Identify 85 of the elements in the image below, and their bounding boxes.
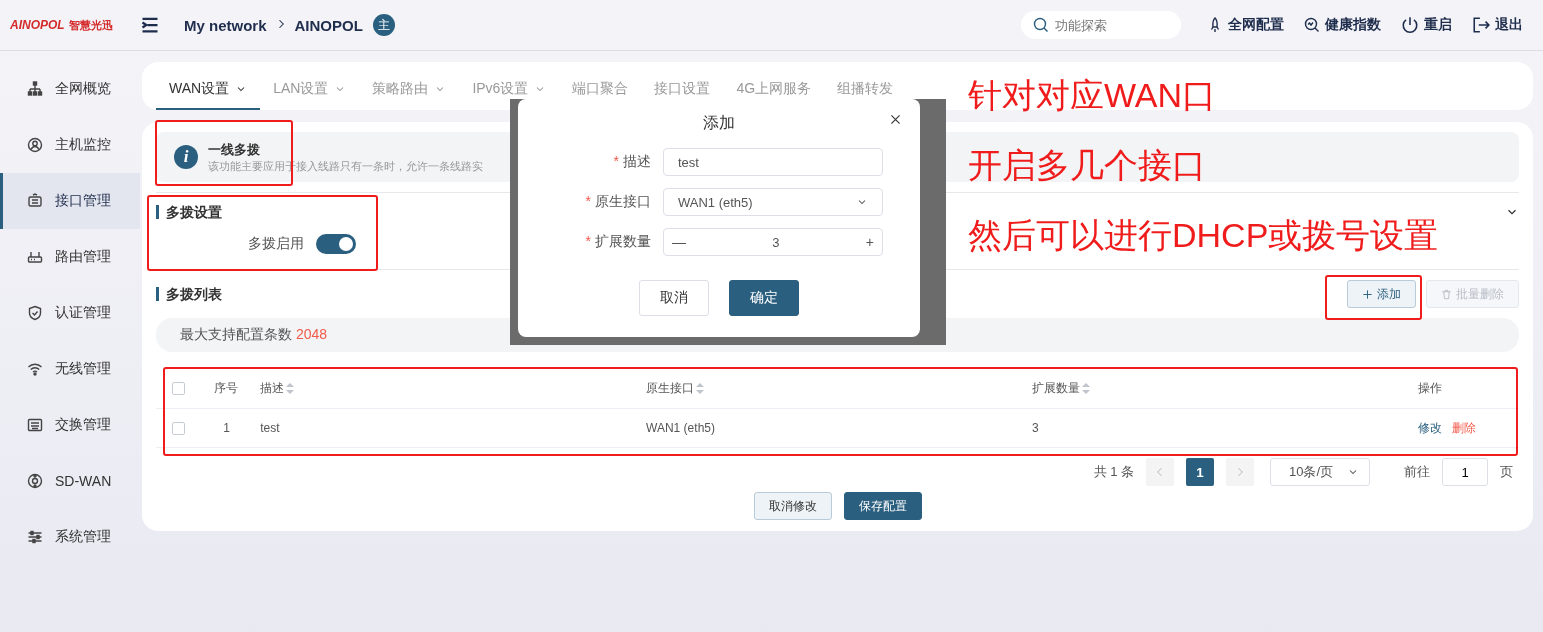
increment-button[interactable]: + [865,234,874,250]
sidebar-item[interactable]: 系统管理 [0,509,140,565]
table-cell: 3 [1031,421,1039,435]
table-cell: test [260,421,280,435]
prev-page-button[interactable] [1146,458,1174,486]
trash-icon [1441,288,1452,300]
menu-icon [140,15,160,35]
interface-select[interactable]: WAN1 (eth5) [663,188,883,216]
page-size-select[interactable]: 10条/页 [1270,458,1370,486]
table-cell: WAN1 (eth5) [646,421,715,435]
sidebar-item[interactable]: SD-WAN [0,453,140,509]
sort-icon[interactable] [696,382,705,394]
health-search-icon [1304,17,1320,33]
header-action-button[interactable]: 重启 [1401,16,1452,34]
limit-text: 最大支持配置条数 2048 [180,326,328,344]
sidebar-item[interactable]: 无线管理 [0,341,140,397]
shield-icon [27,305,43,321]
brand-tagline: 智慧光迅 [68,17,113,33]
page-button[interactable]: 1 [1186,458,1214,486]
edit-link[interactable]: 修改 [1417,419,1442,437]
sidebar-item[interactable]: 接口管理 [0,173,140,229]
tab[interactable]: WAN设置 [156,80,261,110]
sort-icon[interactable] [1081,382,1090,394]
annotation-text: 针对对应WAN口 [968,75,1217,115]
close-icon [889,113,902,126]
sort-icon[interactable] [286,382,295,394]
table-cell: 1 [223,421,230,435]
breadcrumb-current: AINOPOL [294,16,363,34]
sidebar-item[interactable]: 认证管理 [0,285,140,341]
notice-title: 一线多拨 [208,140,261,159]
sidebar-item[interactable]: 全网概览 [0,61,140,117]
field-label: * 扩展数量 [584,233,652,251]
column-header[interactable]: 扩展数量 [1031,379,1090,397]
count-stepper[interactable]: — 3 + [663,228,883,256]
sliders-icon [27,529,43,545]
search-field[interactable]: 功能探索 [1021,11,1181,39]
save-button[interactable]: 保存配置 [843,492,922,520]
avatar[interactable]: 主 [372,14,395,36]
user-icon [27,137,43,153]
add-button[interactable]: 添加 [1347,280,1416,308]
switch-icon [27,417,43,433]
goto-page-field[interactable]: 1 [1442,458,1488,486]
column-header: 操作 [1417,379,1442,397]
brand-logo: AINOPOL [10,18,65,32]
section-title: 多拨列表 [156,287,222,301]
port-icon [27,193,43,209]
dialog-title: 添加 [703,114,735,131]
cancel-button[interactable]: 取消 [639,280,709,316]
cancel-button[interactable]: 取消修改 [753,492,832,520]
section-title: 多拨设置 [156,205,222,219]
annotation-text: 然后可以进行DHCP或拨号设置 [968,215,1439,255]
column-header: 序号 [214,379,239,397]
decrement-button[interactable]: — [672,234,686,250]
header-action-button[interactable]: 全网配置 [1207,16,1284,34]
toggle-switch[interactable] [316,234,356,254]
row-checkbox[interactable] [172,421,185,435]
stepper-value: 3 [772,234,780,250]
header-action-button[interactable]: 退出 [1472,16,1523,34]
power-icon [1401,16,1419,34]
column-header[interactable]: 描述 [260,379,295,397]
network-tree-icon [27,81,43,97]
description-field[interactable]: test [663,148,883,176]
total-count: 共 1 条 [1093,463,1134,481]
goto-label: 前往 [1404,463,1430,481]
breadcrumb-link[interactable]: My network [184,16,267,34]
wifi-icon [27,361,43,377]
select-all-checkbox[interactable] [172,381,185,395]
column-header[interactable]: 原生接口 [646,379,705,397]
plus-icon [1362,288,1373,300]
logout-icon [1472,16,1490,34]
field-label: * 原生接口 [584,193,652,211]
info-icon: i [174,145,198,169]
next-page-button[interactable] [1226,458,1254,486]
confirm-button[interactable]: 确定 [729,280,799,316]
search-icon [1033,17,1049,33]
field-label: * 描述 [612,153,652,171]
sidebar-item[interactable]: 主机监控 [0,117,140,173]
goto-suffix: 页 [1500,463,1513,481]
sidebar-item[interactable]: 交换管理 [0,397,140,453]
toggle-label: 多拨启用 [248,235,304,253]
sdwan-icon [27,473,43,489]
sidebar-item[interactable]: 路由管理 [0,229,140,285]
annotation-text: 开启多几个接口 [968,145,1206,185]
router-icon [27,249,43,265]
header-action-button[interactable]: 健康指数 [1304,16,1381,34]
